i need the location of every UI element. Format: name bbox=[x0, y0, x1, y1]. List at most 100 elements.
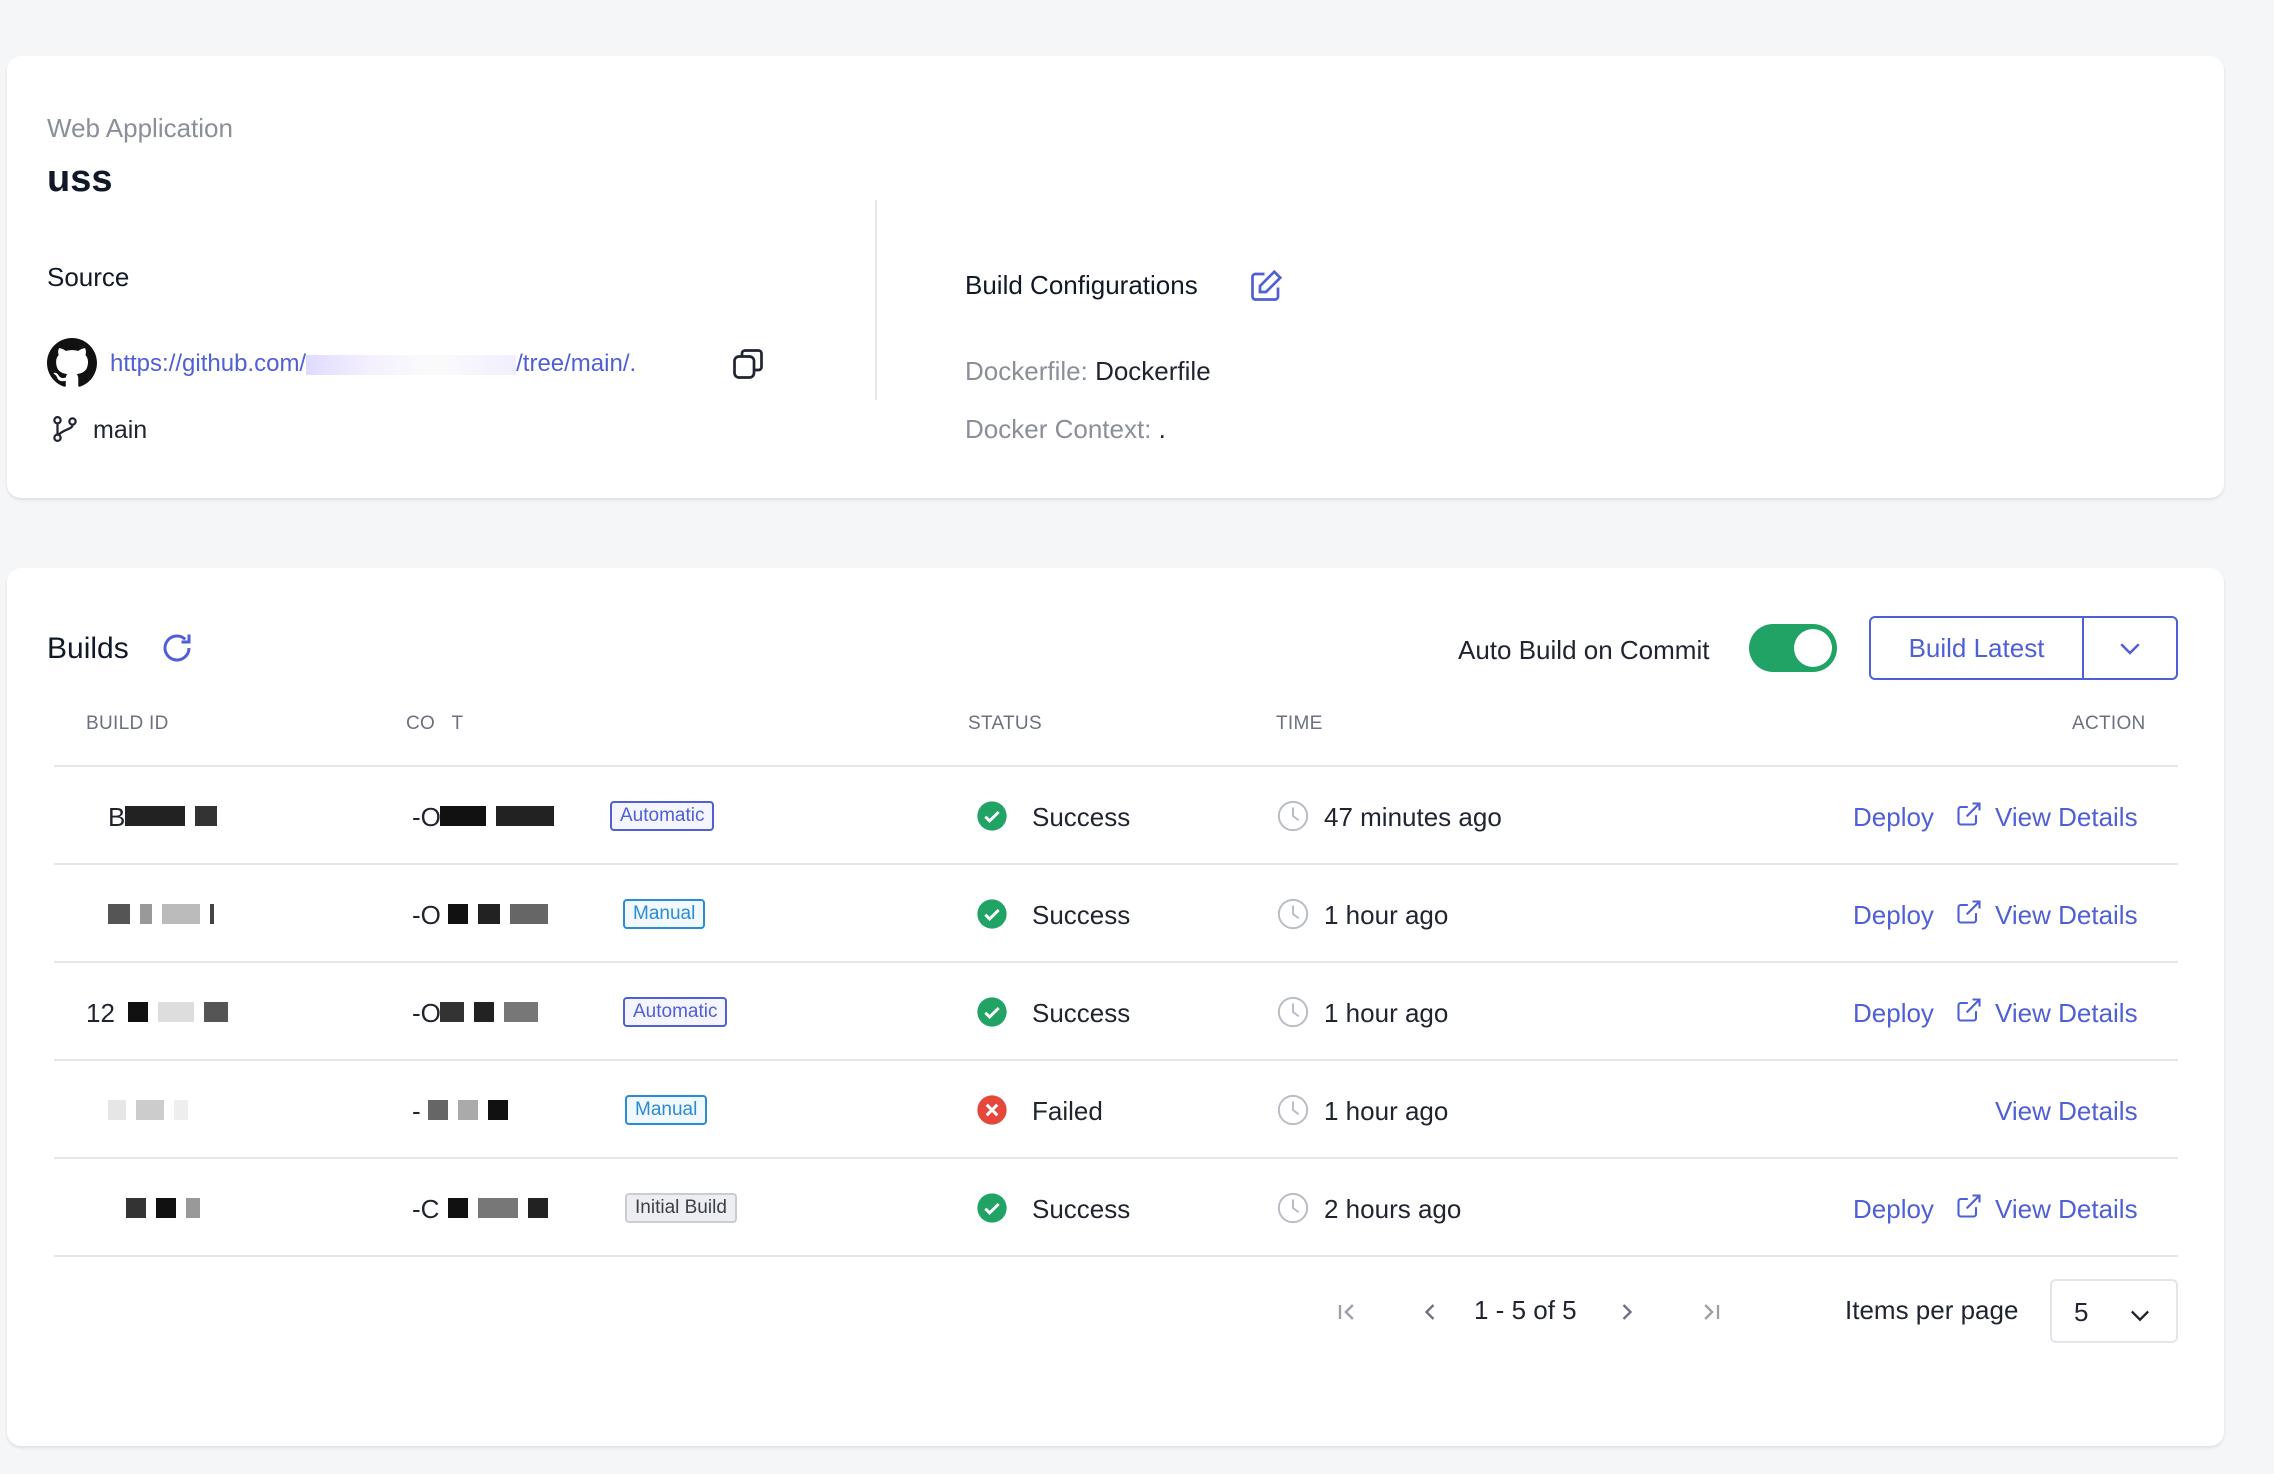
redacted-commit bbox=[448, 904, 558, 926]
redacted-build-id bbox=[126, 1198, 210, 1220]
build-latest-split-button: Build Latest bbox=[1869, 616, 2178, 680]
trigger-tag: Manual bbox=[625, 1095, 708, 1125]
clock-icon bbox=[1277, 1094, 1309, 1126]
redacted-commit bbox=[440, 1002, 548, 1024]
source-label: Source bbox=[47, 262, 130, 292]
build-status: Success bbox=[1032, 1194, 1131, 1224]
redacted-build-id bbox=[128, 1002, 238, 1024]
redacted-build-id bbox=[108, 904, 224, 926]
redacted-commit bbox=[448, 1198, 558, 1220]
row-divider bbox=[54, 1059, 2178, 1061]
build-options-dropdown[interactable] bbox=[2084, 618, 2176, 678]
external-link-icon bbox=[1957, 998, 1981, 1022]
first-page-icon[interactable] bbox=[1333, 1298, 1361, 1326]
commit-hash: -O bbox=[412, 900, 441, 930]
app-name: uss bbox=[47, 158, 113, 200]
trigger-tag: Automatic bbox=[610, 801, 715, 831]
prev-page-icon[interactable] bbox=[1416, 1298, 1444, 1326]
build-time: 1 hour ago bbox=[1324, 1096, 1449, 1126]
docker-context-row: Docker Context: . bbox=[965, 414, 1166, 445]
docker-context-value: . bbox=[1158, 414, 1166, 444]
section-divider bbox=[875, 200, 877, 400]
build-time: 1 hour ago bbox=[1324, 900, 1449, 930]
commit-hash: -O bbox=[412, 998, 441, 1028]
build-status: Success bbox=[1032, 998, 1131, 1028]
row-divider bbox=[54, 863, 2178, 865]
deploy-link[interactable]: Deploy bbox=[1853, 802, 1934, 833]
branch-name: main bbox=[93, 416, 148, 444]
build-time: 47 minutes ago bbox=[1324, 802, 1502, 832]
deploy-link[interactable]: Deploy bbox=[1853, 900, 1934, 931]
check-circle-icon bbox=[977, 899, 1007, 929]
commit-hash: -C bbox=[412, 1194, 440, 1224]
view-details-link[interactable]: View Details bbox=[1995, 900, 2138, 931]
view-details-link[interactable]: View Details bbox=[1995, 1194, 2138, 1225]
trigger-tag: Automatic bbox=[623, 997, 728, 1027]
github-icon bbox=[47, 338, 97, 387]
copy-icon[interactable] bbox=[730, 346, 766, 382]
build-id: B bbox=[108, 802, 126, 832]
trigger-tag: Manual bbox=[623, 899, 706, 929]
clock-icon bbox=[1277, 800, 1309, 832]
build-time: 1 hour ago bbox=[1324, 998, 1449, 1028]
view-details-link[interactable]: View Details bbox=[1995, 1096, 2138, 1127]
items-per-page-value: 5 bbox=[2074, 1297, 2089, 1327]
branch-icon bbox=[53, 416, 77, 442]
dockerfile-key: Dockerfile: bbox=[965, 356, 1088, 386]
header-divider bbox=[54, 765, 2178, 767]
repo-url-prefix: https://github.com/ bbox=[110, 350, 307, 377]
clock-icon bbox=[1277, 898, 1309, 930]
row-divider bbox=[54, 961, 2178, 963]
refresh-icon[interactable] bbox=[159, 630, 195, 666]
chevron-down-icon bbox=[2120, 643, 2140, 655]
auto-build-label: Auto Build on Commit bbox=[1458, 635, 1710, 665]
row-divider bbox=[54, 1255, 2178, 1257]
clock-icon bbox=[1277, 996, 1309, 1028]
col-commit: CO T bbox=[406, 713, 464, 734]
view-details-link[interactable]: View Details bbox=[1995, 802, 2138, 833]
commit-hash: - bbox=[412, 1096, 421, 1126]
build-status: Success bbox=[1032, 900, 1131, 930]
redacted-build-id bbox=[125, 806, 227, 828]
redacted-commit bbox=[440, 806, 564, 828]
pagination-range: 1 - 5 of 5 bbox=[1474, 1295, 1577, 1325]
col-status: STATUS bbox=[968, 713, 1042, 734]
build-latest-button[interactable]: Build Latest bbox=[1871, 618, 2084, 678]
repo-link[interactable]: https://github.com/ /tree/main/. bbox=[110, 350, 636, 378]
redacted-repo-path bbox=[306, 354, 517, 375]
docker-context-key: Docker Context: bbox=[965, 414, 1152, 444]
external-link-icon bbox=[1957, 900, 1981, 924]
build-config-label: Build Configurations bbox=[965, 270, 1198, 300]
view-details-link[interactable]: View Details bbox=[1995, 998, 2138, 1029]
dockerfile-value: Dockerfile bbox=[1095, 356, 1211, 386]
repo-url-suffix: /tree/main/. bbox=[516, 350, 637, 377]
deploy-link[interactable]: Deploy bbox=[1853, 1194, 1934, 1225]
dockerfile-row: Dockerfile: Dockerfile bbox=[965, 356, 1211, 387]
row-divider bbox=[54, 1157, 2178, 1159]
commit-hash: -O bbox=[412, 802, 441, 832]
check-circle-icon bbox=[977, 801, 1007, 831]
app-kind: Web Application bbox=[47, 113, 233, 143]
check-circle-icon bbox=[977, 997, 1007, 1027]
next-page-icon[interactable] bbox=[1613, 1298, 1641, 1326]
trigger-tag: Initial Build bbox=[625, 1193, 737, 1223]
builds-title: Builds bbox=[47, 632, 129, 665]
build-status: Success bbox=[1032, 802, 1131, 832]
items-per-page-select[interactable]: 5 bbox=[2050, 1279, 2178, 1343]
check-circle-icon bbox=[977, 1193, 1007, 1223]
last-page-icon[interactable] bbox=[1697, 1298, 1725, 1326]
toggle-knob bbox=[1794, 629, 1832, 667]
auto-build-toggle[interactable] bbox=[1749, 624, 1837, 672]
col-build-id: BUILD ID bbox=[86, 713, 169, 734]
edit-icon[interactable] bbox=[1248, 268, 1284, 304]
col-action: ACTION bbox=[2072, 713, 2146, 734]
redacted-build-id bbox=[108, 1100, 198, 1122]
chevron-down-icon bbox=[2131, 1310, 2149, 1322]
col-time: TIME bbox=[1276, 713, 1323, 734]
external-link-icon bbox=[1957, 802, 1981, 826]
build-id: 12 bbox=[86, 998, 115, 1028]
build-status: Failed bbox=[1032, 1096, 1103, 1126]
build-time: 2 hours ago bbox=[1324, 1194, 1462, 1224]
clock-icon bbox=[1277, 1192, 1309, 1224]
deploy-link[interactable]: Deploy bbox=[1853, 998, 1934, 1029]
